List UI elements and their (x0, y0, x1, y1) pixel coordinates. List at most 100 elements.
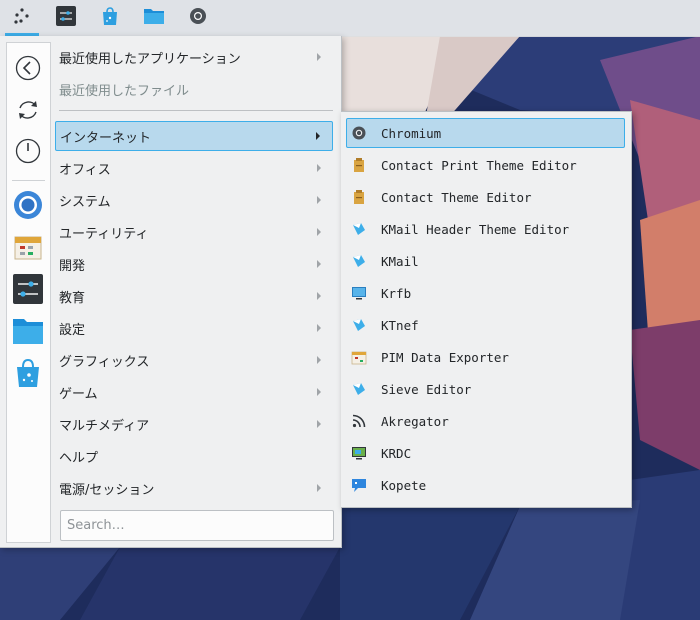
submenu-item-label: KRDC (381, 445, 412, 461)
top-panel (0, 0, 700, 37)
submenu-item-label: Akregator (381, 413, 449, 429)
fav-chromium[interactable] (11, 190, 45, 224)
category-label: インターネット (60, 130, 152, 146)
submenu-item-label: KMail Header Theme Editor (381, 221, 570, 237)
submenu-item-label: KTnef (381, 317, 419, 333)
submenu-item-label: Contact Print Theme Editor (381, 157, 577, 173)
recent-applications[interactable]: 最近使用したアプリケーション (55, 42, 333, 72)
settings-sliders-icon (13, 274, 43, 308)
back-button[interactable] (11, 53, 45, 87)
shutdown-button[interactable] (11, 136, 45, 170)
category-item[interactable]: 設定 (55, 313, 333, 343)
kmail-icon (351, 253, 367, 269)
category-item[interactable]: オフィス (55, 153, 333, 183)
remote-desktop-icon (351, 445, 367, 461)
kmail-icon (351, 317, 367, 333)
chevron-right-icon (317, 292, 321, 300)
submenu-item[interactable]: Akregator (346, 406, 625, 436)
submenu-item-label: Sieve Editor (381, 381, 472, 397)
submenu-item-label: KMail (381, 253, 419, 269)
submenu-item[interactable]: Sieve Editor (346, 374, 625, 404)
chevron-right-icon (317, 228, 321, 236)
submenu-item-label: Chromium (381, 125, 442, 141)
chevron-right-icon (317, 53, 321, 61)
category-separator (59, 110, 333, 111)
chevron-right-icon (317, 260, 321, 268)
submenu-item[interactable]: Contact Print Theme Editor (346, 150, 625, 180)
settings-sliders-icon (56, 6, 76, 30)
submenu-item[interactable]: PIM Data Exporter (346, 342, 625, 372)
category-item[interactable]: ゲーム (55, 377, 333, 407)
fav-discover[interactable] (11, 358, 45, 392)
system-settings-button[interactable] (47, 0, 85, 36)
fav-system-settings[interactable] (11, 274, 45, 308)
submenu-item[interactable]: KRDC (346, 438, 625, 468)
calendar-icon (351, 349, 367, 365)
folder-icon (143, 7, 165, 29)
calendar-icon (13, 232, 43, 266)
internet-submenu: Chromium Contact Print Theme Editor Contac… (341, 111, 632, 508)
submenu-item[interactable]: Kopete (346, 470, 625, 500)
submenu-item-label: PIM Data Exporter (381, 349, 509, 365)
recent-files[interactable]: 最近使用したファイル (55, 74, 333, 104)
submenu-item[interactable]: Krfb (346, 278, 625, 308)
category-label: ヘルプ (59, 450, 99, 466)
category-label: オフィス (59, 162, 111, 178)
discover-bag-icon (100, 6, 120, 30)
category-item[interactable]: インターネット (55, 121, 333, 151)
submenu-item[interactable]: Contact Theme Editor (346, 182, 625, 212)
rss-feed-icon (351, 413, 367, 429)
category-item[interactable]: 開発 (55, 249, 333, 279)
fav-dolphin[interactable] (11, 316, 45, 350)
reboot-button[interactable] (11, 95, 45, 129)
category-label: ゲーム (59, 386, 98, 402)
folder-icon (12, 317, 44, 349)
application-launcher-button[interactable] (3, 0, 41, 36)
kde-launcher-icon (13, 7, 31, 29)
chromium-icon (13, 190, 43, 224)
theme-editor-icon (351, 189, 367, 205)
category-item[interactable]: システム (55, 185, 333, 215)
discover-bag-icon (14, 358, 42, 392)
chat-bubble-icon (351, 477, 367, 493)
category-item[interactable]: マルチメディア (55, 409, 333, 439)
category-label: 電源/セッション (59, 482, 155, 498)
application-menu: 最近使用したアプリケーション 最近使用したファイル インターネット オフィスシステ… (0, 36, 342, 548)
submenu-item[interactable]: KMail (346, 246, 625, 276)
category-label: 教育 (59, 290, 86, 306)
chevron-right-icon (317, 484, 321, 492)
dolphin-file-manager-button[interactable] (135, 0, 173, 36)
category-label: マルチメディア (59, 418, 150, 434)
kmail-icon (351, 381, 367, 397)
category-label: システム (59, 194, 111, 210)
submenu-item[interactable]: KMail Header Theme Editor (346, 214, 625, 244)
fav-pim-data-exporter[interactable] (11, 232, 45, 266)
discover-store-button[interactable] (91, 0, 129, 36)
chromium-button[interactable] (179, 0, 217, 36)
submenu-item-label: Krfb (381, 285, 412, 301)
category-label: 開発 (59, 258, 86, 274)
category-item[interactable]: 教育 (55, 281, 333, 311)
category-label: 設定 (59, 322, 86, 338)
theme-editor-icon (351, 157, 367, 173)
favorites-separator (12, 180, 45, 181)
recent-files-label: 最近使用したファイル (59, 83, 190, 99)
chevron-right-icon (317, 388, 321, 396)
category-item[interactable]: ヘルプ (55, 441, 333, 471)
submenu-item[interactable]: KTnef (346, 310, 625, 340)
category-item[interactable]: グラフィックス (55, 345, 333, 375)
submenu-item-label: Kopete (381, 477, 427, 493)
category-item[interactable]: ユーティリティ (55, 217, 333, 247)
chevron-right-icon (317, 324, 321, 332)
chromium-icon (189, 7, 207, 29)
favorites-bar (6, 42, 51, 543)
category-item[interactable]: 電源/セッション (55, 473, 333, 503)
chromium-icon (351, 125, 367, 141)
submenu-item[interactable]: Chromium (346, 118, 625, 148)
recent-applications-label: 最近使用したアプリケーション (59, 51, 241, 67)
kmail-icon (351, 221, 367, 237)
chevron-right-icon (317, 420, 321, 428)
search-input[interactable] (60, 510, 334, 541)
submenu-item-label: Contact Theme Editor (381, 189, 532, 205)
chevron-right-icon (316, 132, 320, 140)
